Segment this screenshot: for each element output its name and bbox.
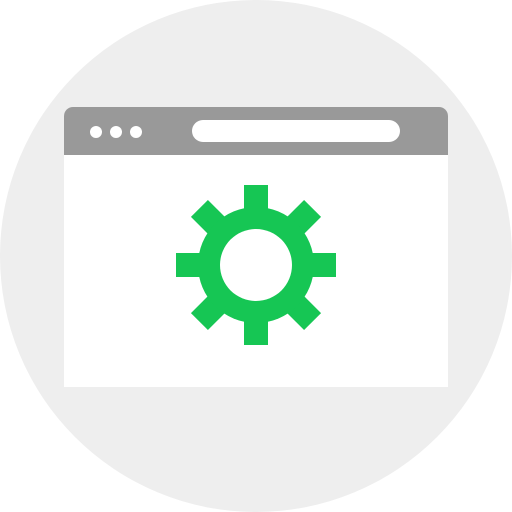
title-bar xyxy=(64,107,448,155)
browser-settings-illustration xyxy=(0,0,512,512)
gear-icon xyxy=(176,185,336,345)
window-control-dot xyxy=(130,126,142,138)
window-control-dot xyxy=(110,126,122,138)
content-area xyxy=(64,155,448,387)
window-control-dot xyxy=(90,126,102,138)
browser-window xyxy=(64,107,448,387)
address-bar xyxy=(192,120,400,142)
